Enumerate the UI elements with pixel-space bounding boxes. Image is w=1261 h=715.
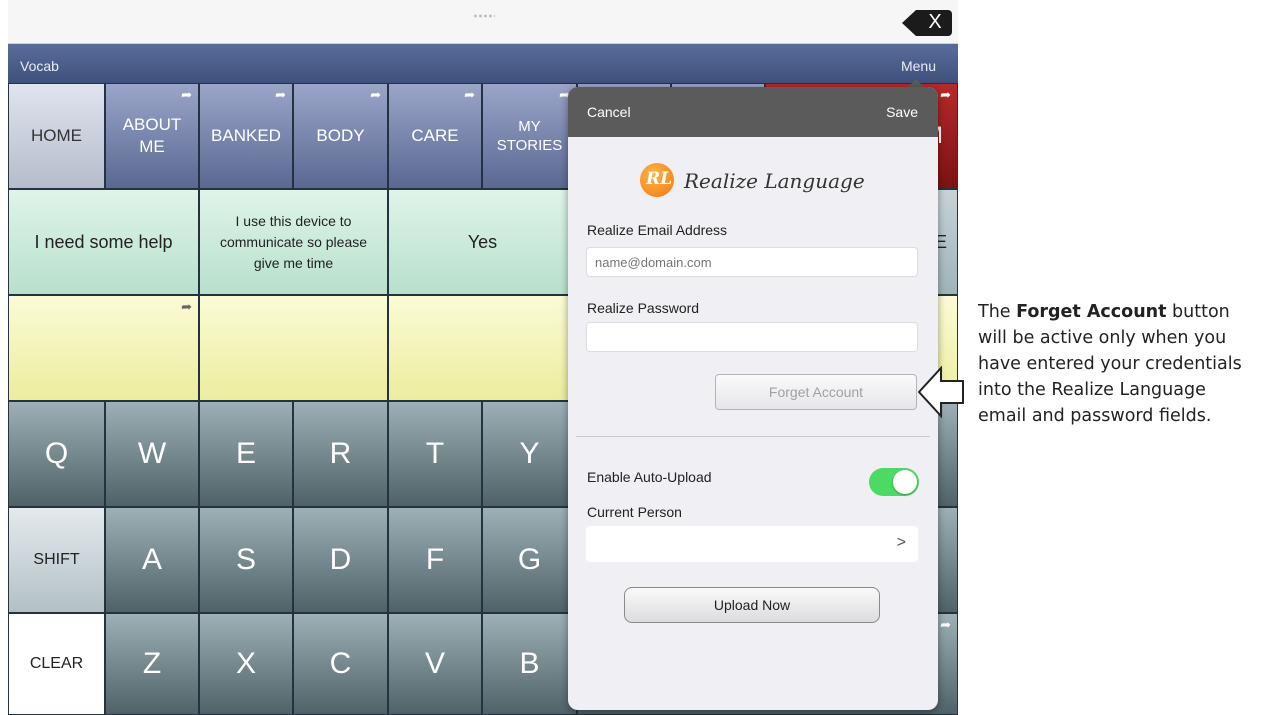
realize-language-logo: RL Realize Language: [640, 159, 900, 203]
key-z[interactable]: Z: [105, 613, 199, 715]
key-shift[interactable]: SHIFT: [8, 507, 105, 613]
auto-upload-label: Enable Auto-Upload: [587, 469, 712, 485]
category-home[interactable]: HOME: [8, 83, 105, 189]
phrase-yes[interactable]: Yes: [388, 189, 577, 295]
key-e[interactable]: E: [199, 401, 293, 507]
key-q[interactable]: Q: [8, 401, 105, 507]
category-banked[interactable]: BANKED ➦: [199, 83, 293, 189]
link-arrow-icon: ➦: [940, 617, 951, 632]
callout-arrow-icon: [918, 366, 964, 418]
key-b[interactable]: B: [482, 613, 577, 715]
drag-handle[interactable]: [473, 14, 495, 18]
key-g[interactable]: G: [482, 507, 577, 613]
key-clear[interactable]: CLEAR: [8, 613, 105, 715]
password-label: Realize Password: [587, 300, 700, 316]
category-body[interactable]: BODY ➦: [293, 83, 388, 189]
category-about-me[interactable]: ABOUT ME ➦: [105, 83, 199, 189]
key-t[interactable]: T: [388, 401, 482, 507]
vocab-navbar: Vocab Menu: [8, 44, 958, 83]
toggle-knob: [893, 470, 917, 494]
current-person-label: Current Person: [587, 504, 682, 520]
key-s[interactable]: S: [199, 507, 293, 613]
key-x[interactable]: X: [199, 613, 293, 715]
key-r[interactable]: R: [293, 401, 388, 507]
key-f[interactable]: F: [388, 507, 482, 613]
key-v[interactable]: V: [388, 613, 482, 715]
empty-yellow-cell[interactable]: [199, 295, 388, 401]
top-bar: X: [8, 0, 958, 44]
link-arrow-icon: ➦: [370, 87, 381, 102]
annotation-text: The Forget Account button will be active…: [978, 302, 1242, 426]
cancel-button[interactable]: Cancel: [587, 104, 631, 120]
annotation-bold: Forget Account: [1016, 302, 1167, 322]
category-my-stories[interactable]: MY STORIES ➦: [482, 83, 577, 189]
vocab-button[interactable]: Vocab: [20, 58, 59, 74]
popover-header: Cancel Save: [568, 87, 938, 137]
phrase-need-help[interactable]: I need some help: [8, 189, 199, 295]
auto-upload-toggle[interactable]: [869, 468, 919, 496]
key-c[interactable]: C: [293, 613, 388, 715]
category-care[interactable]: CARE ➦: [388, 83, 482, 189]
link-arrow-icon: ➦: [940, 87, 951, 102]
phrase-use-device[interactable]: I use this device to communicate so plea…: [199, 189, 388, 295]
save-button[interactable]: Save: [886, 104, 918, 120]
link-arrow-icon: ➦: [464, 87, 475, 102]
key-w[interactable]: W: [105, 401, 199, 507]
email-field[interactable]: [586, 247, 918, 277]
realize-logo-icon: RL: [640, 163, 674, 197]
menu-button[interactable]: Menu: [901, 58, 936, 74]
key-y[interactable]: Y: [482, 401, 577, 507]
link-arrow-icon: ➦: [181, 87, 192, 102]
current-person-selector[interactable]: >: [586, 526, 918, 562]
link-arrow-icon: ➦: [181, 299, 192, 314]
chevron-right-icon: >: [896, 534, 906, 551]
email-label: Realize Email Address: [587, 222, 728, 238]
key-d[interactable]: D: [293, 507, 388, 613]
forget-account-button[interactable]: Forget Account: [715, 374, 917, 410]
link-arrow-icon: ➦: [275, 87, 286, 102]
password-field[interactable]: [586, 322, 918, 352]
empty-yellow-cell[interactable]: ➦: [8, 295, 199, 401]
divider: [576, 436, 930, 437]
upload-now-button[interactable]: Upload Now: [624, 587, 880, 623]
key-a[interactable]: A: [105, 507, 199, 613]
realize-settings-popover: Cancel Save RL Realize Language Realize …: [568, 87, 938, 710]
close-button[interactable]: X: [902, 10, 952, 36]
